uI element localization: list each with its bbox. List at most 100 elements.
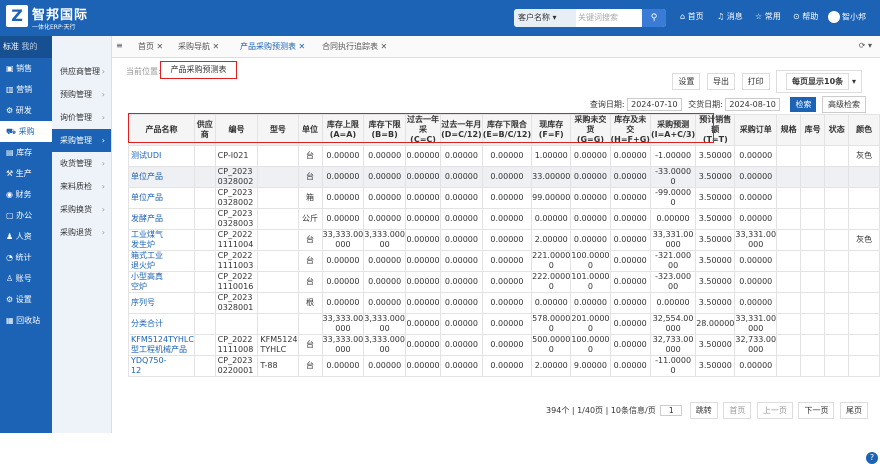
sidebar-item-rd[interactable]: ⚙ 研发 — [0, 100, 52, 121]
table-cell — [800, 313, 826, 335]
table-cell: 3.50000 — [695, 292, 736, 314]
table-cell[interactable]: YDQ750- 12 — [128, 355, 195, 377]
query-date-input[interactable]: 2024-07-10 — [627, 98, 682, 111]
subnav-receiving[interactable]: 收货管理 › — [52, 152, 111, 175]
search-icon[interactable]: ⚲ — [642, 9, 666, 27]
table-row[interactable]: 单位产品 CP_2023 0328002 箱 0.00000 0.00000 0.0000… — [128, 187, 880, 209]
column-header[interactable]: 供应商 — [193, 114, 216, 146]
column-header[interactable]: 规格 — [776, 114, 802, 146]
delivery-date-input[interactable]: 2024-08-10 — [725, 98, 780, 111]
column-header[interactable]: 采购未交货 (G=G) — [570, 114, 611, 146]
column-header[interactable]: 库号 — [800, 114, 826, 146]
sidebar-tab-mine[interactable]: 我的 — [22, 42, 38, 51]
pager-last-button[interactable]: 尾页 — [840, 402, 868, 419]
pager-first-button[interactable]: 首页 — [723, 402, 752, 419]
subnav-supplier[interactable]: 供应商管理 › — [52, 60, 111, 83]
pager-page-input[interactable]: 1 — [660, 405, 683, 416]
sidebar-item-sales[interactable]: ▣ 销售 — [0, 58, 52, 79]
table-cell[interactable]: 箱式工业 退火炉 — [128, 250, 195, 272]
settings-button[interactable]: 设置 — [672, 73, 701, 90]
column-header[interactable]: 库存下限合 (E=B/C/12) — [481, 114, 533, 146]
sidebar-item-recycle[interactable]: ▦ 回收站 — [0, 310, 52, 331]
table-cell — [800, 334, 826, 356]
tab-forecast[interactable]: 产品采购预测表 ✕ — [240, 41, 305, 52]
pager-prev-button[interactable]: 上一页 — [756, 402, 793, 419]
table-cell[interactable]: 单位产品 — [128, 187, 195, 209]
column-header[interactable]: 现库存 (F=F) — [531, 114, 572, 146]
table-row[interactable]: 小型高真 空炉 CP_2022 1110016 台 0.00000 0.00000 0.0… — [128, 271, 880, 293]
sidebar-item-inventory[interactable]: ▤ 库存 — [0, 142, 52, 163]
table-cell[interactable]: 工业煤气 发生炉 — [128, 229, 195, 251]
table-cell — [776, 334, 802, 356]
sidebar-item-office[interactable]: ▢ 办公 — [0, 205, 52, 226]
table-row[interactable]: 序列号 CP_2023 0328001 根 0.00000 0.00000 0.00000… — [128, 292, 880, 314]
sidebar-item-account[interactable]: ♙ 账号 — [0, 268, 52, 289]
pager-next-button[interactable]: 下一页 — [798, 402, 835, 419]
sidebar-item-marketing[interactable]: ▥ 营销 — [0, 79, 52, 100]
table-cell[interactable]: 发酵产品 — [128, 208, 195, 230]
column-header[interactable]: 过去一年采 (C=C) — [404, 114, 442, 146]
nav-common[interactable]: ☆ 常用 — [755, 11, 781, 22]
sidebar-item-hr[interactable]: ♟ 人资 — [0, 226, 52, 247]
tab-home[interactable]: 首页 ✕ — [138, 41, 163, 52]
table-cell[interactable]: 分类合计 — [128, 313, 195, 335]
subnav-qc[interactable]: 来料质检 › — [52, 175, 111, 198]
table-row[interactable]: 分类合计 33,333.00 000 3,333.000 00 0.00000 0.00… — [128, 313, 880, 335]
column-header[interactable]: 型号 — [257, 114, 299, 146]
column-header[interactable]: 库存上限 (A=A) — [321, 114, 365, 146]
print-button[interactable]: 打印 — [741, 73, 770, 90]
help-icon[interactable]: ? — [866, 452, 878, 464]
table-cell: 0.00000 — [609, 250, 651, 272]
column-header[interactable]: 库存及未交 (H=F+G) — [609, 114, 651, 146]
tab-purchase-nav[interactable]: 采购导航 ✕ — [178, 41, 219, 52]
table-row[interactable]: 单位产品 CP_2023 0328002 台 0.00000 0.00000 0.0000… — [128, 166, 880, 188]
page-size-select[interactable]: 每页显示10条 ▾ — [776, 70, 862, 93]
nav-help[interactable]: ⊙ 帮助 — [793, 11, 818, 22]
sidebar-item-stats[interactable]: ◔ 统计 — [0, 247, 52, 268]
table-cell — [824, 250, 850, 272]
table-row[interactable]: 工业煤气 发生炉 CP_2022 1111004 台 33,333.00 000 3,3… — [128, 229, 880, 251]
column-header[interactable]: 颜色 — [848, 114, 880, 146]
subnav-purchase-mgmt[interactable]: 采购管理 › — [52, 129, 111, 152]
column-header[interactable]: 编号 — [214, 114, 259, 146]
table-row[interactable]: KFM5124TYHLC 型工程机械产品 CP_2022 1111008 KFM51… — [128, 334, 880, 356]
search-button[interactable]: 检索 — [790, 97, 817, 112]
column-header[interactable]: 单位 — [297, 114, 323, 146]
pager-go-button[interactable]: 跳转 — [689, 402, 718, 419]
subnav-return[interactable]: 采购退货 › — [52, 221, 111, 244]
tab-menu-icon[interactable]: ≡ — [116, 41, 123, 50]
sidebar-tab-standard[interactable]: 标准 — [3, 42, 19, 51]
column-header[interactable]: 采购订单 — [734, 114, 778, 146]
sidebar-item-purchase[interactable]: ⛟ 采购 — [0, 121, 52, 142]
table-row[interactable]: YDQ750- 12 CP_2023 0220001 T-88 台 0.00000 0.0… — [128, 355, 880, 377]
table-cell[interactable]: 序列号 — [128, 292, 195, 314]
table-row[interactable]: 发酵产品 CP_2023 0328003 公斤 0.00000 0.00000 0.000… — [128, 208, 880, 230]
table-cell[interactable]: 单位产品 — [128, 166, 195, 188]
subnav-exchange[interactable]: 采购换货 › — [52, 198, 111, 221]
table-row[interactable]: 测试UDI CP-I021 台 0.00000 0.00000 0.00000 0.0000… — [128, 145, 880, 167]
column-header[interactable]: 状态 — [824, 114, 850, 146]
table-row[interactable]: 箱式工业 退火炉 CP_2022 1111003 台 0.00000 0.00000 0.… — [128, 250, 880, 272]
table-cell[interactable]: KFM5124TYHLC 型工程机械产品 — [128, 334, 195, 356]
tab-refresh-icon[interactable]: ⟳ ▾ — [859, 41, 872, 50]
advanced-search-button[interactable]: 高级检索 — [822, 96, 866, 113]
table-cell[interactable]: 测试UDI — [128, 145, 195, 167]
table-cell[interactable]: 小型高真 空炉 — [128, 271, 195, 293]
column-header[interactable]: 过去一年月 (D=C/12) — [440, 114, 483, 146]
sidebar-item-production[interactable]: ⚒ 生产 — [0, 163, 52, 184]
search-field-select[interactable]: 客户名称 ▾ — [514, 9, 576, 27]
search-input[interactable]: 关键词搜索 — [578, 9, 638, 27]
column-header[interactable]: 预计销售额 (T=T) — [695, 114, 736, 146]
subnav-prepurchase[interactable]: 预购管理 › — [52, 83, 111, 106]
column-header[interactable]: 采购预测 (I=A+C/3) — [649, 114, 697, 146]
export-button[interactable]: 导出 — [706, 73, 735, 90]
column-header[interactable]: 产品名称 — [128, 114, 195, 146]
nav-home[interactable]: ⌂ 首页 — [680, 11, 704, 22]
sidebar-item-settings[interactable]: ⚙ 设置 — [0, 289, 52, 310]
sidebar-item-finance[interactable]: ◉ 财务 — [0, 184, 52, 205]
user-menu[interactable]: 智小邦 — [828, 11, 866, 23]
nav-messages[interactable]: ♫ 消息 — [717, 11, 743, 22]
subnav-inquiry[interactable]: 询价管理 › — [52, 106, 111, 129]
tab-contract-track[interactable]: 合同执行追踪表 ✕ — [322, 41, 387, 52]
column-header[interactable]: 库存下限 (B=B) — [363, 114, 406, 146]
